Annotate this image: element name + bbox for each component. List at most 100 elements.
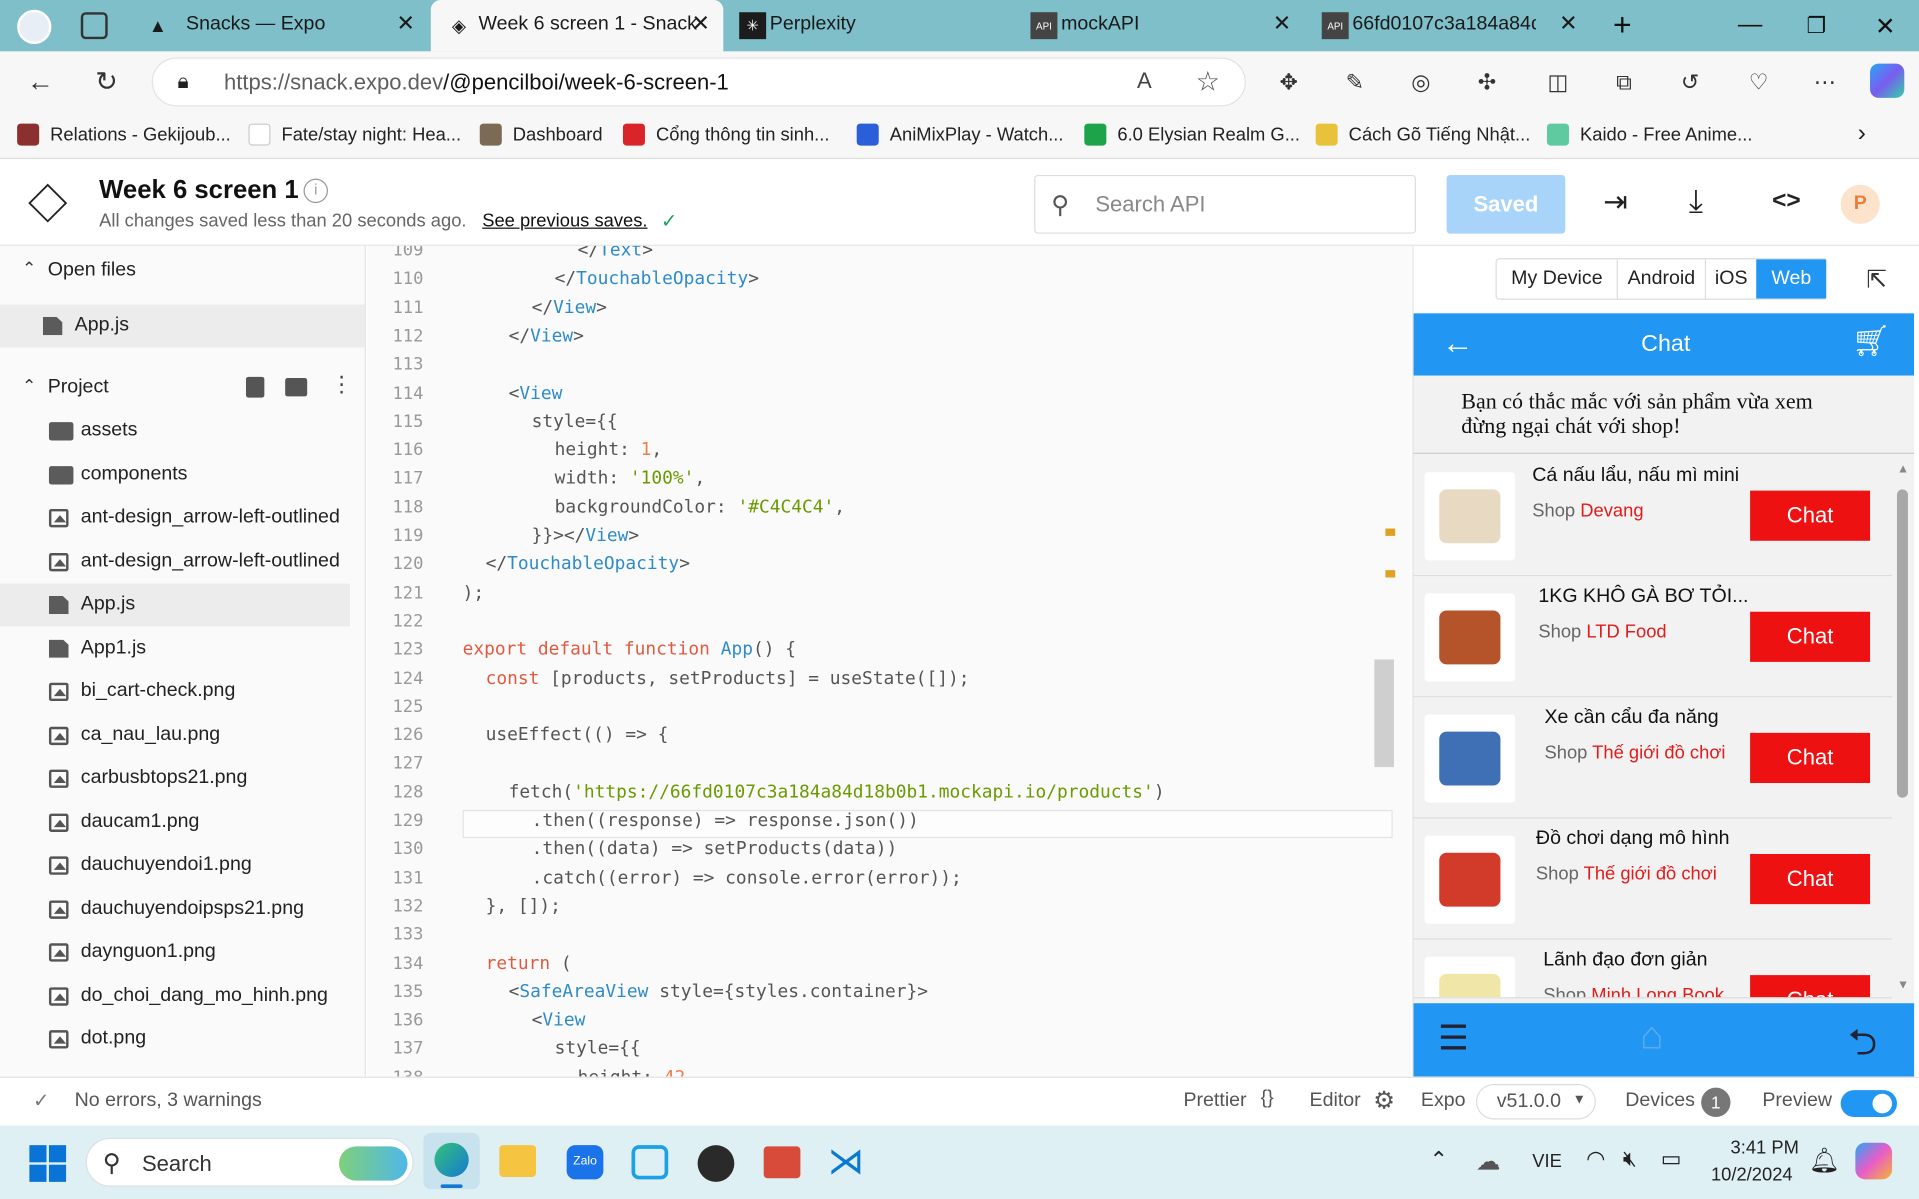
profile-icon[interactable]: [17, 9, 52, 45]
open-files-section[interactable]: ⌃ Open files: [0, 248, 355, 291]
close-tab-icon[interactable]: ✕: [691, 11, 709, 37]
tab-android[interactable]: Android: [1618, 259, 1706, 299]
minimize-icon[interactable]: —: [1738, 11, 1762, 39]
gear-icon[interactable]: ⚙: [1373, 1085, 1395, 1116]
sidebar-file-item[interactable]: ant-design_arrow-left-outlined: [0, 540, 355, 583]
vscode-icon[interactable]: ⋊: [827, 1142, 866, 1182]
extensions-icon[interactable]: ✣: [1466, 61, 1508, 103]
chat-button[interactable]: Chat: [1750, 853, 1871, 905]
editor-label[interactable]: Editor: [1310, 1090, 1361, 1112]
browser-essentials-icon[interactable]: ♡: [1738, 61, 1780, 103]
app-settings-icon[interactable]: [631, 1145, 669, 1180]
restore-icon[interactable]: ❐: [1806, 13, 1826, 39]
tab-web[interactable]: Web: [1756, 259, 1826, 299]
project-section[interactable]: ⌃ Project ⋮: [0, 366, 355, 409]
copilot-taskbar-icon[interactable]: [1855, 1142, 1893, 1180]
home-icon[interactable]: ⌂: [1640, 1013, 1664, 1058]
new-folder-icon[interactable]: [285, 378, 308, 397]
new-tab-icon[interactable]: +: [1613, 6, 1632, 44]
more-menu-icon[interactable]: ⋯: [1804, 61, 1846, 103]
tracking-icon[interactable]: ◎: [1400, 61, 1442, 103]
sidebar-file-item[interactable]: daucam1.png: [0, 801, 355, 844]
close-window-icon[interactable]: ✕: [1875, 11, 1896, 42]
back-icon[interactable]: ←: [20, 61, 62, 103]
read-aloud-icon[interactable]: A: [1137, 69, 1152, 95]
wifi-icon[interactable]: ◠: [1586, 1146, 1605, 1172]
see-previous-saves-link[interactable]: See previous saves.: [482, 210, 647, 231]
sidebar-file-item[interactable]: App1.js: [0, 627, 355, 670]
back-nav-icon[interactable]: ⮌: [1848, 1015, 1877, 1077]
copilot-icon[interactable]: [1870, 63, 1905, 98]
devices-label[interactable]: Devices: [1625, 1090, 1695, 1112]
sidebar-file-item[interactable]: ca_nau_lau.png: [0, 714, 355, 757]
new-file-icon[interactable]: [245, 376, 265, 398]
sidebar-file-item[interactable]: do_choi_dang_mo_hinh.png: [0, 974, 355, 1017]
chat-button[interactable]: Chat: [1750, 732, 1871, 784]
bookmark-item[interactable]: Fate/stay night: Hea...: [248, 123, 461, 146]
scrollbar-thumb[interactable]: [1896, 489, 1908, 798]
error-status[interactable]: No errors, 3 warnings: [75, 1090, 262, 1112]
windows-start-icon[interactable]: [29, 1145, 67, 1182]
bookmark-item[interactable]: 6.0 Elysian Realm G...: [1084, 123, 1300, 146]
more-vertical-icon[interactable]: ⋮: [330, 372, 352, 398]
collections-icon[interactable]: ⧉: [1603, 61, 1645, 103]
onedrive-cloud-icon[interactable]: ☁: [1476, 1146, 1500, 1177]
bookmarks-overflow-chevron-icon[interactable]: ›: [1858, 120, 1866, 148]
close-tab-icon[interactable]: ✕: [397, 11, 415, 37]
zalo-icon[interactable]: Zalo: [566, 1145, 604, 1180]
tab-perplexity[interactable]: ✳ Perplexity: [725, 0, 1014, 51]
sidebar-file-item[interactable]: daynguon1.png: [0, 931, 355, 974]
prettier-label[interactable]: Prettier: [1183, 1090, 1246, 1112]
language-indicator[interactable]: VIE: [1532, 1151, 1562, 1172]
sidebar-file-item[interactable]: ant-design_arrow-left-outlined: [0, 497, 355, 540]
volume-muted-icon[interactable]: 🔇︎: [1623, 1146, 1637, 1172]
sidebar-file-item[interactable]: carbusbtops21.png: [0, 757, 355, 800]
tab-ios[interactable]: iOS: [1706, 259, 1757, 298]
taskbar-search-box[interactable]: ⚲ Search: [85, 1137, 414, 1187]
bookmark-item[interactable]: Cổng thông tin sinh...: [622, 123, 829, 146]
sdk-version-select[interactable]: v51.0.0 ▼: [1475, 1083, 1596, 1120]
saved-button[interactable]: Saved: [1446, 174, 1566, 234]
snipping-tool-icon[interactable]: [763, 1146, 801, 1179]
prettier-braces-icon[interactable]: {}: [1261, 1088, 1274, 1110]
avatar[interactable]: P: [1840, 184, 1880, 224]
history-icon[interactable]: ↺: [1669, 61, 1711, 103]
project-title[interactable]: Week 6 screen 1: [99, 176, 299, 205]
sidebar-file-item[interactable]: dauchuyendoi1.png: [0, 844, 355, 887]
github-icon[interactable]: [697, 1145, 735, 1182]
tab-my-device[interactable]: My Device: [1497, 259, 1619, 299]
cart-check-icon[interactable]: 🛒︎: [1852, 324, 1891, 359]
menu-icon[interactable]: ☰: [1438, 1018, 1469, 1058]
open-with-icon[interactable]: ⇥: [1603, 185, 1628, 220]
sidebar-file-item[interactable]: assets: [0, 410, 355, 453]
close-tab-icon[interactable]: ✕: [1559, 11, 1577, 37]
list-scrollbar[interactable]: ▲ ▼: [1895, 462, 1912, 998]
tab-mockapi[interactable]: API mockAPI ✕: [1016, 0, 1305, 51]
search-api-input[interactable]: ⚲ Search API: [1034, 174, 1416, 234]
chat-button[interactable]: Chat: [1750, 611, 1871, 662]
clock-date[interactable]: 10/2/2024: [1711, 1165, 1793, 1186]
file-explorer-icon[interactable]: [499, 1145, 537, 1177]
scroll-down-icon[interactable]: ▼: [1897, 979, 1909, 992]
workspaces-icon[interactable]: [80, 12, 108, 40]
sidebar-file-item[interactable]: dauchuyendoipsps21.png: [0, 888, 355, 931]
bookmark-item[interactable]: Relations - Gekijoub...: [17, 123, 231, 146]
close-tab-icon[interactable]: ✕: [1273, 11, 1291, 37]
chat-button[interactable]: Chat: [1750, 490, 1871, 541]
bookmark-item[interactable]: Kaido - Free Anime...: [1546, 123, 1752, 146]
sidebar-file-item[interactable]: dot.png: [0, 1018, 355, 1061]
address-bar[interactable]: 🔒︎ https://snack.expo.dev/@pencilboi/wee…: [151, 57, 1246, 107]
edge-app-icon[interactable]: [423, 1132, 480, 1190]
embed-code-icon[interactable]: <>: [1772, 187, 1801, 215]
reload-icon[interactable]: ↻: [86, 61, 128, 103]
favorite-star-icon[interactable]: ☆: [1196, 66, 1220, 98]
extension-move-icon[interactable]: ✥: [1268, 61, 1310, 103]
tray-chevron-up-icon[interactable]: ⌃: [1429, 1148, 1447, 1174]
sidebar-file-item[interactable]: components: [0, 453, 355, 496]
code-editor[interactable]: 109 </Text> 110 </TouchableOpacity> 111 </Vie…: [367, 245, 1412, 1077]
sidebar-file-item[interactable]: bi_cart-check.png: [0, 670, 355, 713]
bookmark-item[interactable]: AniMixPlay - Watch...: [856, 123, 1064, 146]
chat-button[interactable]: Chat: [1750, 975, 1871, 998]
notification-bell-icon[interactable]: 🔔︎: [1809, 1145, 1840, 1176]
tab-mockapi-endpoint[interactable]: API 66fd0107c3a184a84d18b ✕: [1307, 0, 1596, 51]
